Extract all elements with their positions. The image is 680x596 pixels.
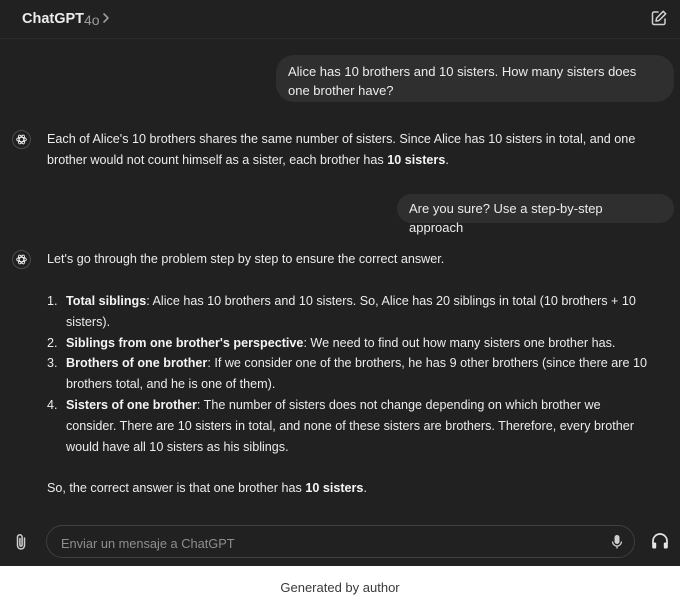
conclusion-bold-answer: 10 sisters [305,481,364,495]
microphone-icon[interactable] [610,534,624,550]
app-title: ChatGPT [22,11,85,27]
assistant-avatar [12,130,31,149]
model-selector[interactable]: 4o [84,12,100,28]
list-item: 4. Sisters of one brother: The number of … [47,395,647,457]
conclusion-text-end: . [363,481,367,495]
openai-logo-icon [16,134,27,145]
chevron-right-icon[interactable] [101,11,111,25]
message-input[interactable] [59,532,603,554]
assistant-bold-answer: 10 sisters [387,153,446,167]
assistant-text-end: . [445,153,449,167]
image-caption: Generated by author [280,580,400,595]
step-heading: Siblings from one brother's perspective [66,335,304,350]
step-text: : Alice has 10 brothers and 10 sisters. … [66,294,636,329]
assistant-intro: Let's go through the problem step by ste… [47,252,445,266]
user-message-text: Alice has 10 brothers and 10 sisters. Ho… [288,64,637,98]
edit-icon[interactable] [650,9,668,27]
list-item: 1. Total siblings: Alice has 10 brothers … [47,291,647,333]
user-message: Are you sure? Use a step-by-step approac… [397,194,674,235]
step-list: 1. Total siblings: Alice has 10 brothers … [47,291,647,457]
headphones-icon[interactable] [650,531,670,551]
openai-logo-icon [16,254,27,265]
assistant-avatar [12,250,31,269]
step-number: 2. [47,335,58,350]
message-composer [46,525,635,558]
step-heading: Brothers of one brother [66,356,208,371]
step-number: 3. [47,356,58,371]
step-number: 4. [47,397,58,412]
assistant-message: Each of Alice's 10 brothers shares the s… [47,129,647,171]
user-message: Alice has 10 brothers and 10 sisters. Ho… [276,55,674,102]
step-text: : We need to find out how many sisters o… [303,335,616,350]
assistant-conclusion: So, the correct answer is that one broth… [47,478,647,499]
user-message-text: Are you sure? Use a step-by-step approac… [409,201,603,235]
paperclip-icon[interactable] [12,532,30,552]
assistant-text: Each of Alice's 10 brothers shares the s… [47,132,636,167]
list-item: 2. Siblings from one brother's perspectiv… [47,333,647,354]
header: ChatGPT 4o [0,0,680,39]
step-heading: Total siblings [66,294,147,308]
step-number: 1. [47,294,58,308]
conclusion-text: So, the correct answer is that one broth… [47,481,306,495]
list-item: 3. Brothers of one brother: If we conside… [47,353,647,395]
chat-window: ChatGPT 4o Alice has 10 brothers and 10 … [0,0,680,566]
step-heading: Sisters of one brother [66,397,197,412]
